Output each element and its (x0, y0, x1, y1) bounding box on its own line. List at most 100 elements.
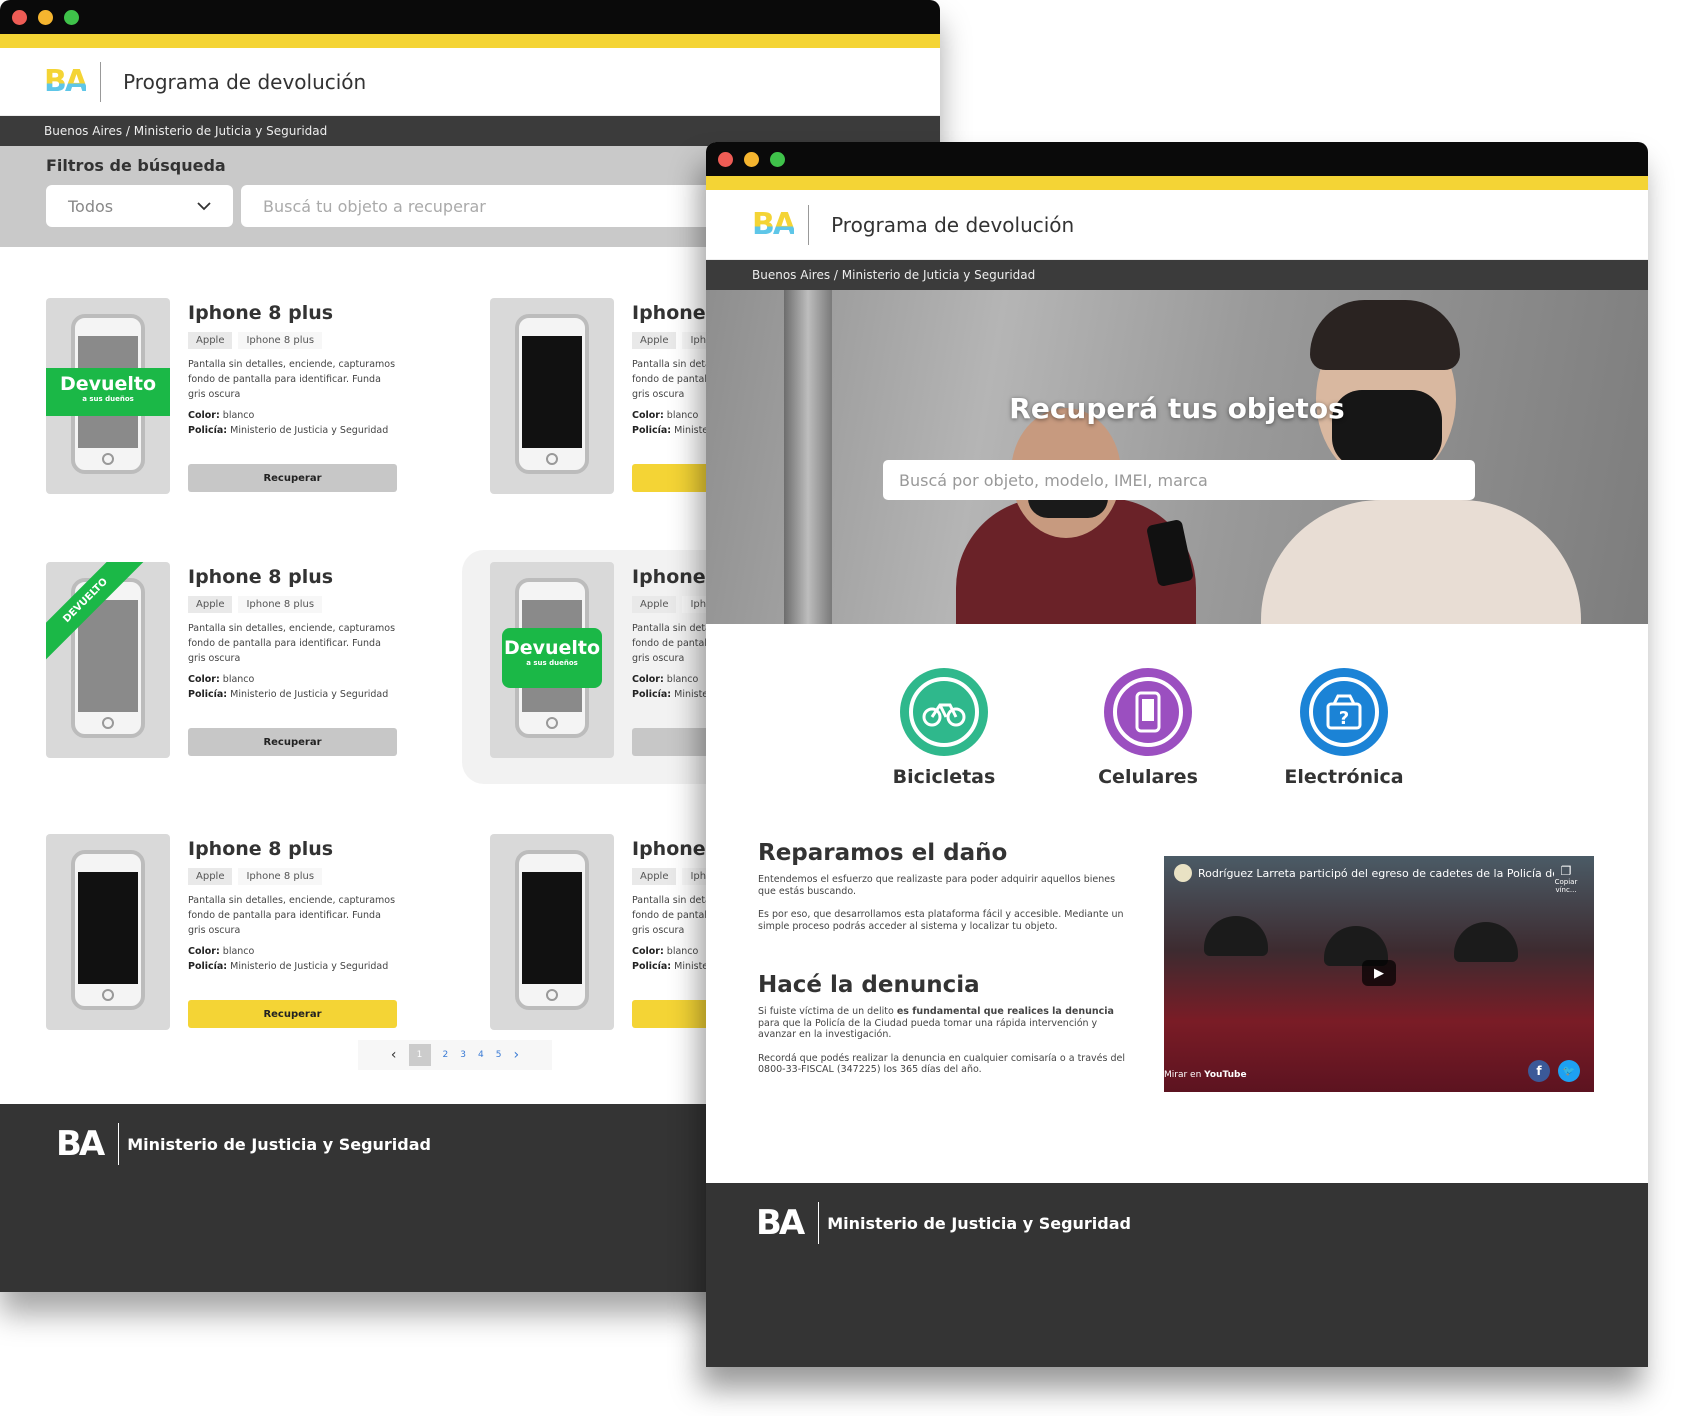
bicycle-icon (900, 668, 988, 756)
brand-tag: Apple (188, 596, 233, 613)
window-titlebar (0, 0, 940, 34)
item-photo[interactable] (46, 834, 170, 1030)
home-window: BA Programa de devolución Buenos Aires /… (706, 142, 1648, 1367)
accent-bar (0, 34, 940, 48)
category-cellphones[interactable]: Celulares (1058, 668, 1238, 788)
hero-search-input[interactable]: Buscá por objeto, modelo, IMEI, marca (883, 460, 1475, 500)
item-title[interactable]: Iphone 8 plus (188, 838, 398, 860)
repair-paragraph: Entendemos el esfuerzo que realizaste pa… (758, 874, 1116, 897)
youtube-logo: YouTube (1204, 1070, 1247, 1080)
report-text: Si fuiste víctima de un delito (758, 1006, 897, 1017)
facebook-share-icon[interactable]: f (1528, 1060, 1550, 1082)
item-photo[interactable]: Devuelto a sus dueños (46, 298, 170, 494)
recover-button[interactable]: Recuperar (188, 728, 397, 756)
color-label: Color: (188, 410, 220, 421)
item-photo[interactable]: DEVUELTO (46, 562, 170, 758)
video-title-bar: Rodríguez Larreta participó del egreso d… (1174, 864, 1554, 882)
category-bicycles[interactable]: Bicicletas (854, 668, 1034, 788)
pagination: ‹ 1 2 3 4 5 › (358, 1040, 552, 1070)
category-electronics[interactable]: ? Electrónica (1254, 668, 1434, 788)
page-4-button[interactable]: 4 (478, 1050, 484, 1060)
maximize-window-button[interactable] (770, 151, 785, 167)
search-input[interactable]: Buscá tu objeto a recuperar (241, 185, 741, 227)
returned-badge: Devuelto a sus dueños (502, 628, 602, 688)
search-placeholder: Buscá tu objeto a recuperar (263, 196, 486, 216)
police-value: Ministerio de Justicia y Seguridad (230, 689, 389, 700)
window-titlebar (706, 142, 1648, 176)
play-icon: ▶ (1374, 965, 1384, 981)
hero-title: Recuperá tus objetos (1009, 392, 1345, 425)
recover-button[interactable]: Recuperar (188, 1000, 397, 1028)
recover-button[interactable]: Recuperar (188, 464, 397, 492)
item-photo[interactable]: Devuelto a sus dueños (490, 562, 614, 758)
model-tag: Iphone 8 plus (238, 868, 323, 885)
cellphone-icon (1104, 668, 1192, 756)
police-label: Policía: (188, 961, 228, 972)
report-text: para que la Policía de la Ciudad pueda t… (758, 1017, 1098, 1041)
page-3-button[interactable]: 3 (460, 1050, 466, 1060)
footer-ministry: Ministerio de Justicia y Seguridad (827, 1213, 1131, 1233)
item-title[interactable]: Iphone 8 plus (188, 302, 398, 324)
close-window-button[interactable] (12, 9, 27, 25)
video-player[interactable]: Rodríguez Larreta participó del egreso d… (1164, 856, 1594, 1092)
police-label: Policía: (632, 425, 672, 436)
page-1-button[interactable]: 1 (408, 1044, 431, 1066)
close-window-button[interactable] (718, 151, 733, 167)
color-value: blanco (222, 946, 255, 957)
repair-paragraph: Es por eso, que desarrollamos esta plata… (758, 909, 1124, 932)
breadcrumb[interactable]: Buenos Aires / Ministerio de Juticia y S… (706, 260, 1648, 290)
ba-logo[interactable]: BA (752, 209, 796, 240)
copy-link-button[interactable]: ❐ Copiar vínc... (1546, 864, 1586, 894)
police-label: Policía: (188, 425, 228, 436)
footer-ba-logo[interactable]: BA (756, 1203, 805, 1243)
footer-ministry: Ministerio de Justicia y Seguridad (127, 1134, 431, 1154)
watch-on-youtube-link[interactable]: Mirar en YouTube (1164, 1070, 1247, 1080)
brand-tag: Apple (632, 868, 677, 885)
footer-divider (118, 1123, 120, 1165)
page-5-button[interactable]: 5 (496, 1050, 502, 1060)
item-description: Pantalla sin detalles, enciende, captura… (188, 895, 396, 936)
item-title[interactable]: Iphone 8 plus (188, 566, 398, 588)
category-select[interactable]: Todos (46, 185, 233, 227)
hero-search-placeholder: Buscá por objeto, modelo, IMEI, marca (899, 470, 1208, 490)
report-section: Hacé la denuncia Si fuiste víctima de un… (758, 972, 1128, 1088)
svg-text:?: ? (1339, 708, 1349, 729)
color-label: Color: (632, 946, 664, 957)
page-2-button[interactable]: 2 (443, 1050, 449, 1060)
play-button[interactable]: ▶ (1362, 960, 1396, 986)
police-label: Policía: (188, 689, 228, 700)
page-title: Programa de devolución (831, 212, 1075, 237)
model-tag: Iphone 8 plus (238, 596, 323, 613)
item-photo[interactable] (490, 298, 614, 494)
badge-sublabel: a sus dueños (526, 658, 578, 667)
maximize-window-button[interactable] (64, 9, 79, 25)
video-cadet (1204, 916, 1268, 956)
category-select-value: Todos (68, 196, 114, 216)
ba-logo[interactable]: BA (44, 66, 88, 97)
footer-divider (818, 1202, 820, 1244)
prev-page-button[interactable]: ‹ (391, 1047, 397, 1063)
copy-link-label: Copiar vínc... (1554, 878, 1578, 894)
twitter-share-icon[interactable]: 🐦 (1558, 1060, 1580, 1082)
site-header: BA Programa de devolución (706, 190, 1648, 260)
site-header: BA Programa de devolución (0, 48, 940, 116)
next-page-button[interactable]: › (513, 1047, 519, 1063)
badge-sublabel: a sus dueños (82, 394, 134, 403)
color-value: blanco (666, 946, 699, 957)
hero-photo-pole (784, 290, 832, 624)
channel-avatar[interactable] (1174, 864, 1192, 882)
hero-photo-person (1261, 500, 1581, 624)
category-list: Bicicletas Celulares ? Electrónica (706, 668, 1648, 798)
video-title[interactable]: Rodríguez Larreta participó del egreso d… (1198, 867, 1554, 880)
repair-title: Reparamos el daño (758, 840, 1008, 866)
brand-tag: Apple (188, 332, 233, 349)
model-tag: Iphone 8 plus (238, 332, 323, 349)
site-footer: BA Ministerio de Justicia y Seguridad (706, 1183, 1648, 1367)
minimize-window-button[interactable] (744, 151, 759, 167)
returned-badge: Devuelto a sus dueños (46, 368, 170, 416)
item-photo[interactable] (490, 834, 614, 1030)
video-cadet (1454, 922, 1518, 962)
minimize-window-button[interactable] (38, 9, 53, 25)
header-divider (808, 204, 810, 245)
footer-ba-logo[interactable]: BA (56, 1124, 105, 1164)
